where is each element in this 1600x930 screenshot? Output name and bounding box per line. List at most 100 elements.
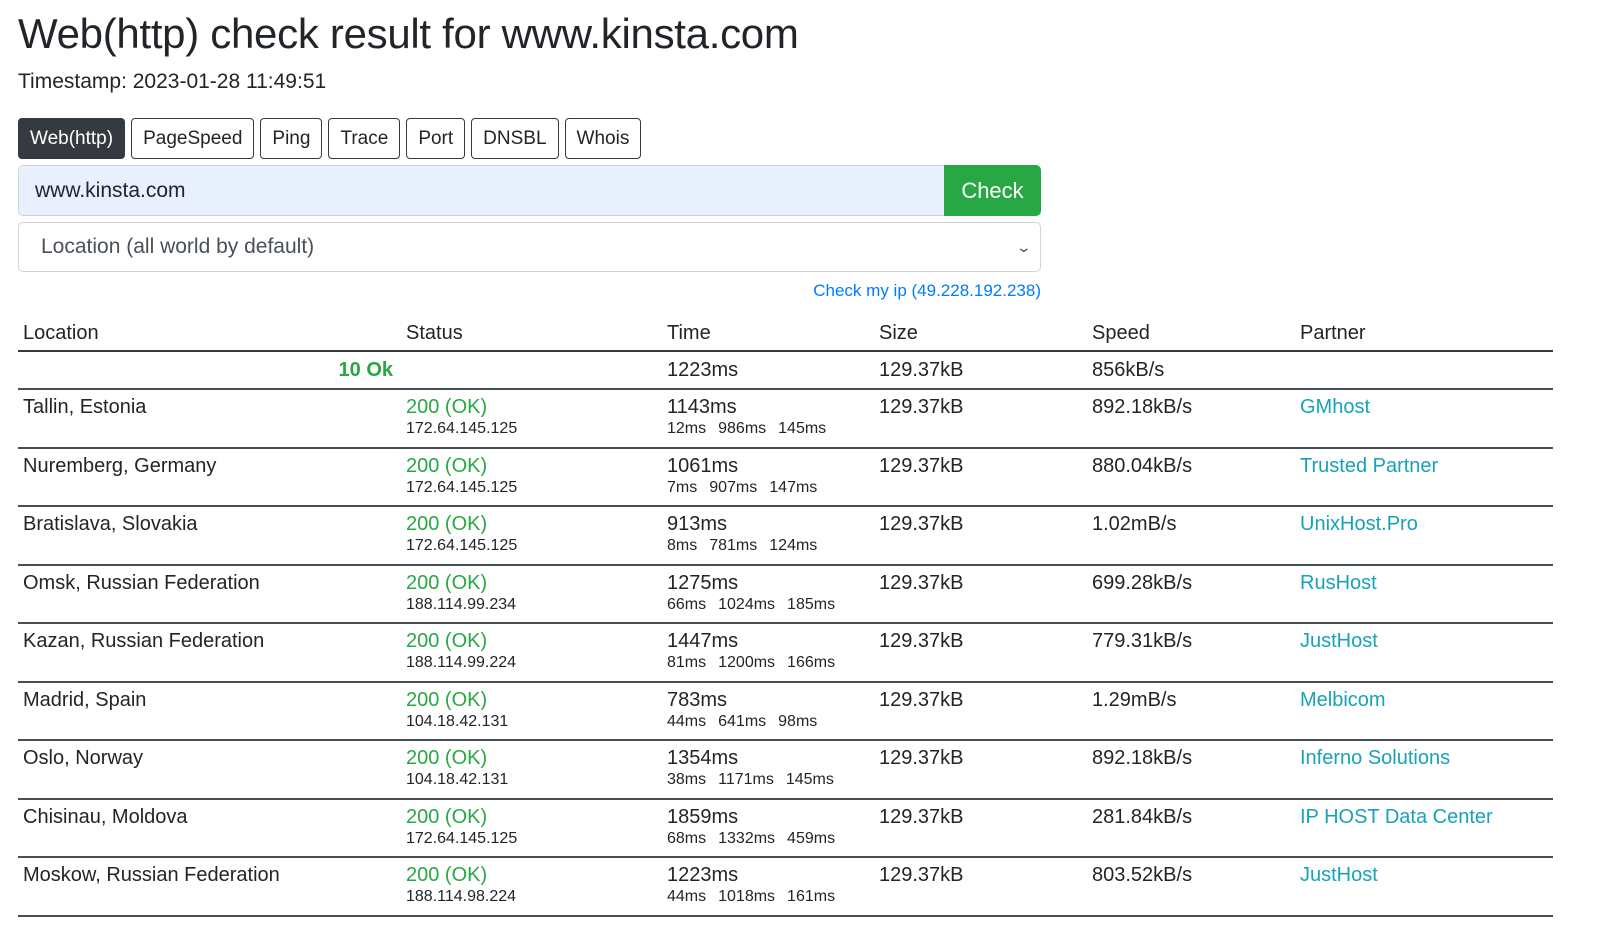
- speed-cell: 281.84kB/s: [1082, 798, 1295, 858]
- status-cell: 200 (OK) 104.18.42.131: [401, 681, 657, 741]
- partner-link[interactable]: RusHost: [1300, 572, 1377, 594]
- status-code: 200 (OK): [406, 630, 488, 652]
- size-cell: 129.37kB: [869, 740, 1082, 800]
- resolved-ip: 188.114.98.224: [406, 888, 517, 905]
- location-name: Bratislava, Slovakia: [23, 513, 198, 535]
- header-size: Size: [869, 314, 1082, 352]
- partner-link[interactable]: Inferno Solutions: [1300, 747, 1450, 769]
- resolved-ip: 188.114.99.234: [406, 595, 517, 613]
- size-cell: 129.37kB: [869, 564, 1082, 624]
- time-part: 81ms: [667, 654, 707, 671]
- tab-pagespeed[interactable]: PageSpeed: [131, 118, 255, 159]
- check-my-ip-link[interactable]: Check my ip (49.228.192.238): [0, 281, 1041, 301]
- time-part: 781ms: [709, 537, 758, 554]
- time-part: 145ms: [785, 771, 834, 788]
- partner-cell: JustHost: [1295, 857, 1553, 917]
- speed-cell: 892.18kB/s: [1082, 740, 1295, 800]
- total-time: 1223ms: [667, 864, 739, 886]
- timestamp: Timestamp: 2023-01-28 11:49:51: [18, 70, 327, 93]
- table-row: Bratislava, Slovakia 200 (OK) 172.64.145.1…: [18, 506, 1553, 566]
- time-part: 124ms: [769, 537, 818, 554]
- url-input[interactable]: [18, 165, 944, 216]
- header-partner: Partner: [1295, 314, 1553, 352]
- chevron-down-icon: ⌄: [1015, 238, 1033, 255]
- location-name: Nuremberg, Germany: [23, 454, 217, 477]
- total-time: 1354ms: [667, 747, 739, 769]
- summary-speed: 856kB/s: [1082, 351, 1295, 390]
- status-cell: 200 (OK) 172.64.145.125: [401, 506, 657, 566]
- url-input-group: Check: [18, 165, 1041, 216]
- total-time: 1859ms: [667, 805, 739, 828]
- time-cell: 1061ms 7ms 907ms 147ms: [657, 447, 869, 507]
- tab-web-http[interactable]: Web(http): [18, 118, 126, 159]
- tab-trace[interactable]: Trace: [328, 118, 401, 159]
- location-cell: Nuremberg, Germany: [18, 447, 401, 507]
- table-row: Omsk, Russian Federation 200 (OK) 188.114.…: [18, 564, 1553, 624]
- partner-cell: GMhost: [1295, 389, 1553, 449]
- table-row: Tallin, Estonia 200 (OK) 172.64.145.125 114…: [18, 389, 1553, 449]
- time-part: 986ms: [718, 420, 767, 437]
- location-cell: Bratislava, Slovakia: [18, 506, 401, 566]
- header-location: Location: [18, 314, 401, 352]
- time-part: 68ms: [667, 829, 707, 847]
- total-time: 1275ms: [667, 571, 739, 594]
- total-time: 783ms: [667, 688, 728, 711]
- status-code: 200 (OK): [406, 688, 488, 711]
- tab-port[interactable]: Port: [406, 118, 466, 159]
- time-part: 147ms: [769, 478, 818, 496]
- status-code: 200 (OK): [406, 396, 488, 418]
- resolved-ip: 172.64.145.125: [406, 478, 518, 496]
- tab-dnsbl[interactable]: DNSBL: [471, 118, 559, 159]
- partner-cell: Melbicom: [1295, 681, 1553, 741]
- time-breakdown: 68ms 1332ms 459ms: [667, 828, 864, 850]
- time-cell: 1354ms 38ms 1171ms 145ms: [657, 740, 869, 800]
- results-table: Location Status Time Size Speed Partner …: [18, 314, 1553, 917]
- location-select[interactable]: Location (all world by default) ⌄: [18, 222, 1041, 272]
- check-button[interactable]: Check: [944, 165, 1041, 216]
- speed-cell: 880.04kB/s: [1082, 447, 1295, 507]
- time-cell: 913ms 8ms 781ms 124ms: [657, 506, 869, 566]
- partner-link[interactable]: IP HOST Data Center: [1300, 806, 1493, 828]
- time-part: 185ms: [787, 595, 836, 613]
- time-part: 98ms: [778, 712, 818, 730]
- partner-link[interactable]: Melbicom: [1300, 689, 1386, 711]
- time-breakdown: 12ms 986ms 145ms: [667, 418, 864, 440]
- location-cell: Omsk, Russian Federation: [18, 564, 401, 624]
- partner-cell: IP HOST Data Center: [1295, 798, 1553, 858]
- time-part: 66ms: [667, 595, 707, 613]
- partner-link[interactable]: GMhost: [1300, 396, 1370, 418]
- speed-cell: 699.28kB/s: [1082, 564, 1295, 624]
- location-name: Madrid, Spain: [23, 688, 147, 711]
- partner-link[interactable]: UnixHost.Pro: [1300, 513, 1418, 535]
- tab-whois[interactable]: Whois: [564, 118, 642, 159]
- time-cell: 1447ms 81ms 1200ms 166ms: [657, 623, 869, 683]
- check-type-tabs: Web(http) PageSpeed Ping Trace Port DNSB…: [18, 118, 642, 159]
- size-cell: 129.37kB: [869, 798, 1082, 858]
- time-part: 12ms: [667, 420, 707, 437]
- size-cell: 129.37kB: [869, 389, 1082, 449]
- tab-ping[interactable]: Ping: [260, 118, 323, 159]
- resolved-ip: 104.18.42.131: [406, 771, 509, 788]
- time-cell: 1223ms 44ms 1018ms 161ms: [657, 857, 869, 917]
- summary-time: 1223ms: [657, 351, 869, 390]
- location-select-value: Location (all world by default): [41, 235, 315, 258]
- table-row: Madrid, Spain 200 (OK) 104.18.42.131 783ms 4…: [18, 681, 1553, 741]
- time-part: 7ms: [667, 478, 698, 496]
- time-part: 38ms: [667, 771, 707, 788]
- resolved-ip: 188.114.99.224: [406, 654, 517, 671]
- time-breakdown: 7ms 907ms 147ms: [667, 477, 864, 499]
- resolved-ip: 172.64.145.125: [406, 420, 518, 437]
- time-cell: 1143ms 12ms 986ms 145ms: [657, 389, 869, 449]
- partner-link[interactable]: JustHost: [1300, 864, 1378, 886]
- time-part: 44ms: [667, 712, 707, 730]
- time-cell: 783ms 44ms 641ms 98ms: [657, 681, 869, 741]
- summary-ok-cell: 10 Ok: [18, 351, 401, 390]
- time-breakdown: 81ms 1200ms 166ms: [667, 652, 864, 674]
- partner-link[interactable]: Trusted Partner: [1300, 455, 1438, 477]
- partner-link[interactable]: JustHost: [1300, 630, 1378, 652]
- location-cell: Madrid, Spain: [18, 681, 401, 741]
- time-part: 44ms: [667, 888, 707, 905]
- time-part: 1171ms: [718, 771, 774, 788]
- status-cell: 200 (OK) 188.114.99.224: [401, 623, 657, 683]
- time-part: 1200ms: [718, 654, 776, 671]
